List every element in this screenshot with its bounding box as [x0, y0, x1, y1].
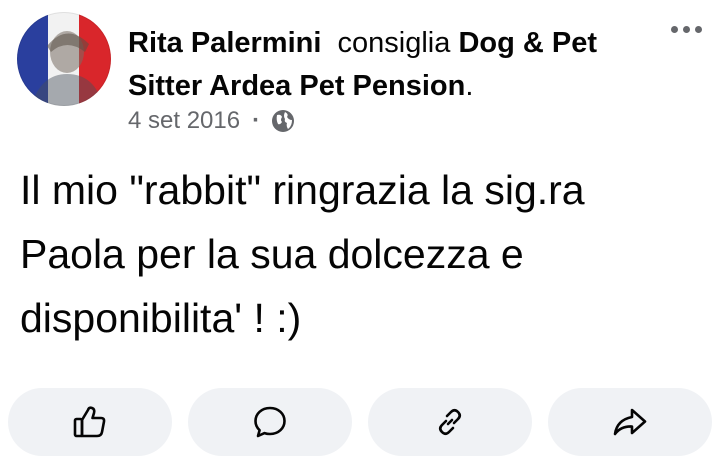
share-button[interactable]	[548, 388, 712, 456]
link-icon	[438, 408, 462, 436]
post-actions-bar	[8, 388, 712, 456]
globe-icon[interactable]	[270, 108, 296, 134]
more-dot	[695, 26, 702, 33]
author-name[interactable]: Rita Palermini	[128, 27, 321, 59]
more-dot	[683, 26, 690, 33]
author-avatar[interactable]	[17, 12, 111, 106]
post-meta: 4 set 2016 ·	[128, 104, 296, 138]
post-date[interactable]: 4 set 2016	[128, 107, 240, 135]
header-period: .	[465, 70, 474, 102]
share-arrow-icon	[613, 408, 647, 436]
post-header: Rita Palermini consiglia Dog & Pet Sitte…	[128, 22, 648, 108]
thumbs-up-icon	[73, 406, 106, 438]
like-button[interactable]	[8, 388, 172, 456]
post-card: Rita Palermini consiglia Dog & Pet Sitte…	[0, 0, 716, 465]
avatar-portrait	[31, 31, 103, 106]
more-dot	[671, 26, 678, 33]
meta-separator: ·	[252, 107, 261, 134]
post-body-text: Il mio "rabbit" ringrazia la sig.ra Paol…	[20, 167, 585, 341]
copy-link-button[interactable]	[368, 388, 532, 456]
recommend-verb: consiglia	[337, 27, 451, 59]
comment-bubble-icon	[254, 406, 286, 438]
comment-button[interactable]	[188, 388, 352, 456]
more-options-button[interactable]	[671, 26, 702, 33]
